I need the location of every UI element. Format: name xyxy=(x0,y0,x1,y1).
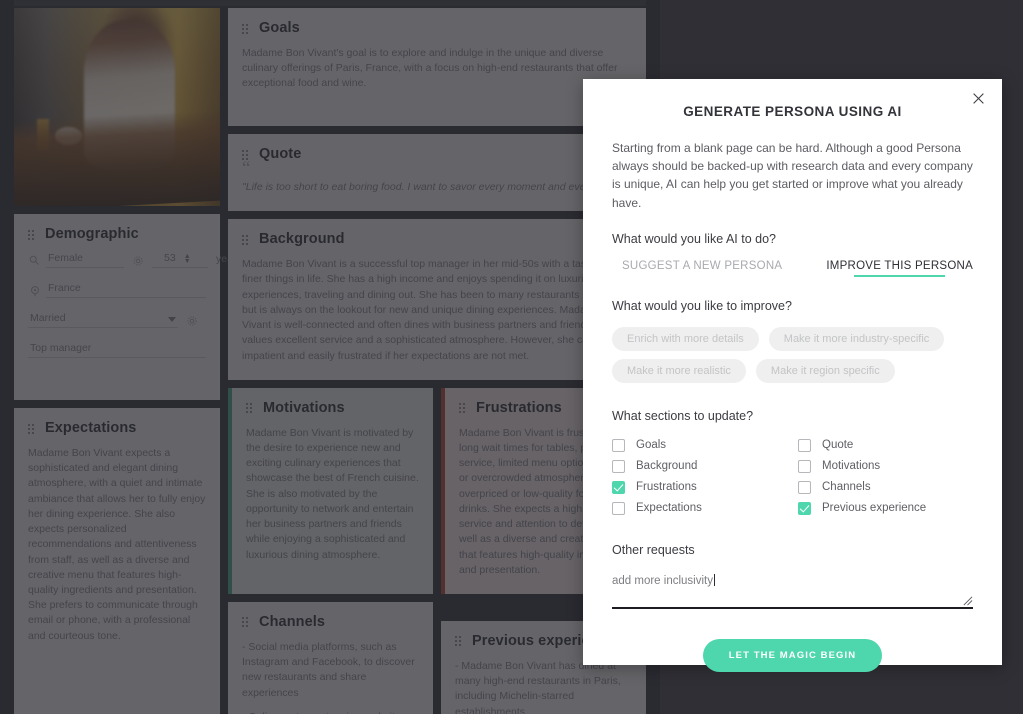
checkbox-box[interactable] xyxy=(798,459,811,473)
question-ai-action: What would you like AI to do? xyxy=(612,231,776,246)
tab-spacer xyxy=(782,260,826,277)
checkbox-background[interactable]: Background xyxy=(612,459,798,473)
checkbox-label: Motivations xyxy=(822,460,881,473)
chip-make-it-region-specific[interactable]: Make it region specific xyxy=(755,358,895,383)
checkbox-frustrations[interactable]: Frustrations xyxy=(612,480,798,494)
text-cursor xyxy=(713,573,715,586)
let-the-magic-begin-button[interactable]: LET THE MAGIC BEGIN xyxy=(702,638,883,672)
checkbox-box[interactable] xyxy=(798,438,811,452)
checkbox-box[interactable] xyxy=(798,501,811,515)
checkbox-label: Channels xyxy=(822,481,871,494)
other-requests-label: Other requests xyxy=(612,542,695,557)
checkbox-expectations[interactable]: Expectations xyxy=(612,501,798,515)
checkbox-motivations[interactable]: Motivations xyxy=(798,459,973,473)
checkbox-box[interactable] xyxy=(612,501,625,515)
checkbox-label: Expectations xyxy=(636,502,702,515)
resize-handle-icon[interactable] xyxy=(962,593,973,606)
close-icon[interactable] xyxy=(967,87,989,109)
question-sections-to-update: What sections to update? xyxy=(612,408,754,423)
ai-mode-tabs: SUGGEST A NEW PERSONA IMPROVE THIS PERSO… xyxy=(612,260,973,277)
submit-row: LET THE MAGIC BEGIN xyxy=(612,638,973,672)
other-requests-textarea[interactable]: add more inclusivity xyxy=(612,571,973,609)
tab-suggest-new-persona[interactable]: SUGGEST A NEW PERSONA xyxy=(622,260,782,277)
checkbox-goals[interactable]: Goals xyxy=(612,438,798,452)
chip-make-it-more-realistic[interactable]: Make it more realistic xyxy=(612,358,746,383)
question-what-to-improve: What would you like to improve? xyxy=(612,298,792,313)
checkbox-quote[interactable]: Quote xyxy=(798,438,973,452)
tab-improve-this-persona[interactable]: IMPROVE THIS PERSONA xyxy=(826,260,973,277)
chip-make-it-more-industry-specific[interactable]: Make it more industry-specific xyxy=(768,326,945,351)
checkbox-label: Previous experience xyxy=(822,502,927,515)
modal-intro-text: Starting from a blank page can be hard. … xyxy=(612,141,973,210)
checkbox-box[interactable] xyxy=(612,480,625,494)
checkbox-box[interactable] xyxy=(798,480,811,494)
sections-checkbox-grid: Goals Quote Background Motivations Frust… xyxy=(612,438,973,515)
checkbox-label: Background xyxy=(636,460,698,473)
checkbox-label: Frustrations xyxy=(636,481,697,494)
checkbox-box[interactable] xyxy=(612,459,625,473)
checkbox-label: Goals xyxy=(636,439,667,452)
checkbox-box[interactable] xyxy=(612,438,625,452)
other-requests-value: add more inclusivity xyxy=(612,574,713,587)
modal-title: GENERATE PERSONA USING AI xyxy=(683,104,902,119)
checkbox-channels[interactable]: Channels xyxy=(798,480,973,494)
checkbox-label: Quote xyxy=(822,439,854,452)
chip-enrich-with-more-details[interactable]: Enrich with more details xyxy=(612,326,759,351)
checkbox-previous-experience[interactable]: Previous experience xyxy=(798,501,973,515)
improve-chip-group: Enrich with more details Make it more in… xyxy=(612,326,973,383)
generate-persona-modal: GENERATE PERSONA USING AI Starting from … xyxy=(583,79,1002,672)
